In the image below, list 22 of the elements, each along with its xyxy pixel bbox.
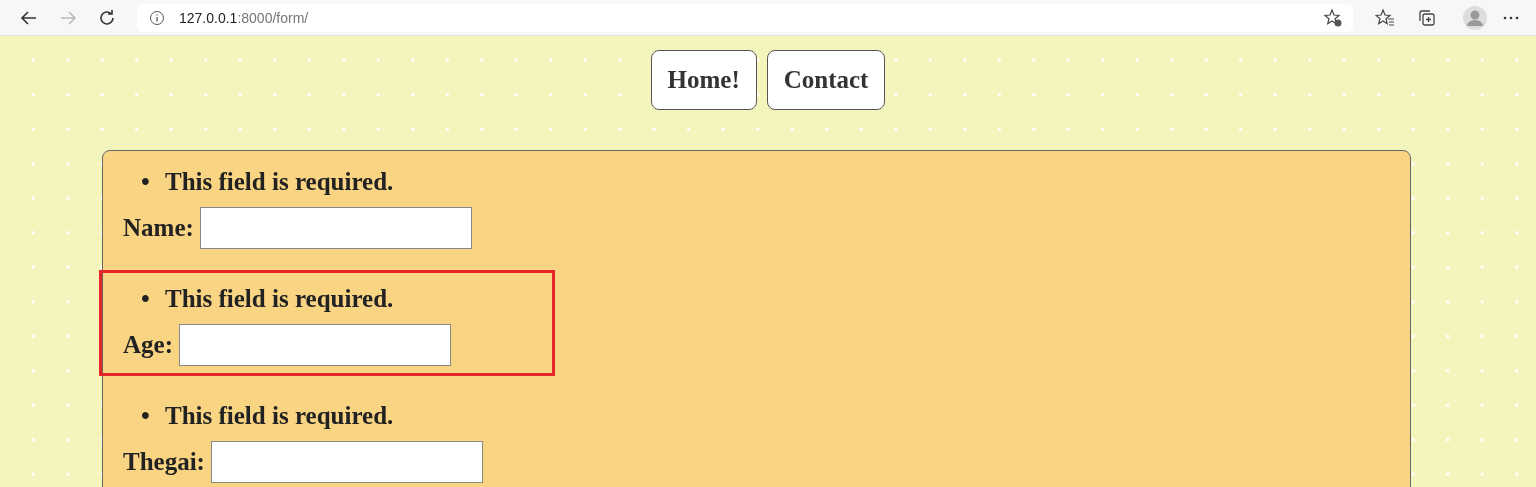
input-field[interactable]: [179, 324, 451, 366]
nav-button[interactable]: Home!: [650, 50, 757, 110]
input-field[interactable]: [210, 441, 483, 483]
input-field[interactable]: [199, 207, 472, 249]
star-plus-icon[interactable]: [1323, 7, 1343, 28]
favorites-icon[interactable]: [1375, 7, 1395, 28]
bullet: •: [141, 402, 151, 430]
bullet: •: [141, 285, 151, 313]
field-label: Thegai:: [123, 448, 205, 476]
collections-icon[interactable]: [1417, 7, 1437, 28]
error-message: This field is required.: [165, 285, 394, 313]
field-label: Age:: [123, 331, 173, 359]
info-icon[interactable]: [149, 9, 165, 26]
error-message: This field is required.: [165, 168, 394, 196]
nav-button[interactable]: Contact: [766, 50, 886, 110]
bullet: •: [141, 168, 151, 196]
url-text: 127.0.0.1:8000/form/: [179, 9, 309, 26]
address-bar[interactable]: 127.0.0.1:8000/form/: [137, 3, 1353, 32]
field-label: Name:: [123, 214, 194, 242]
reload-icon[interactable]: [97, 7, 117, 28]
error-message: This field is required.: [165, 402, 394, 430]
avatar-icon[interactable]: [1463, 5, 1487, 30]
